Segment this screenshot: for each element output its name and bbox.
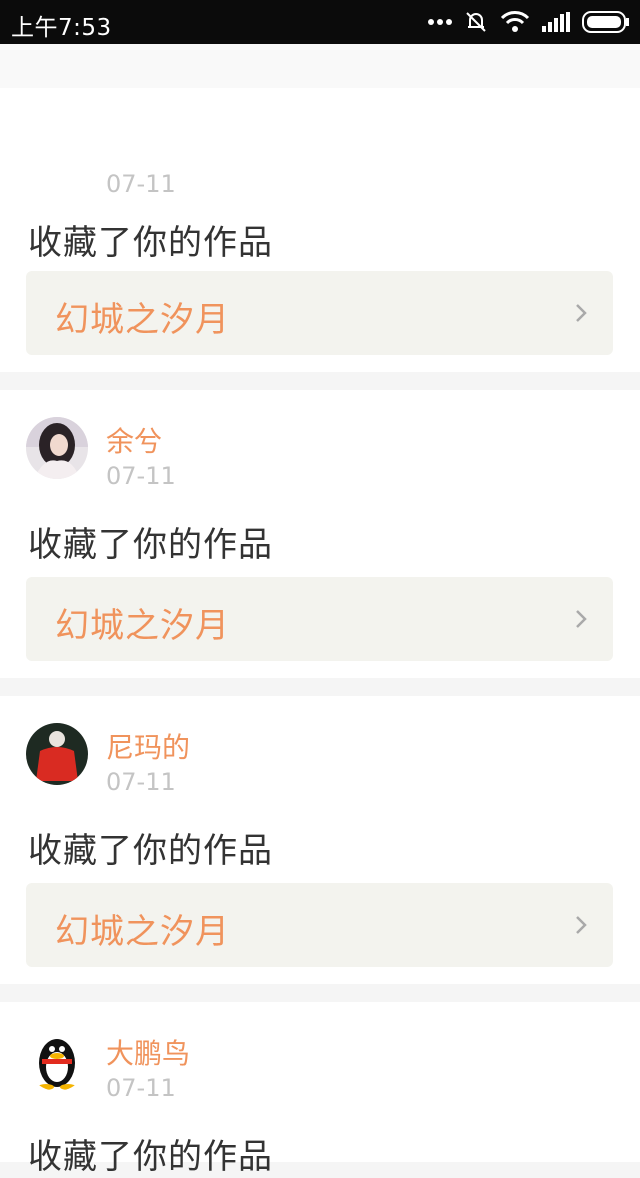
message-card: 余兮 07-11 收藏了你的作品 幻城之汐月 (0, 390, 640, 678)
message-username[interactable]: 大鹏鸟 (106, 1032, 190, 1072)
work-title: 幻城之汐月 (55, 912, 230, 952)
chevron-right-icon (576, 304, 587, 322)
message-action: 收藏了你的作品 (28, 223, 273, 263)
message-date: 07-11 (106, 462, 176, 490)
chevron-right-icon (576, 610, 587, 628)
status-time: 上午7:53 (11, 15, 112, 41)
status-bar: 上午7:53 (0, 0, 640, 44)
signal-icon (542, 12, 570, 32)
work-link[interactable]: 幻城之汐月 (26, 883, 613, 967)
work-title: 幻城之汐月 (55, 606, 230, 646)
battery-icon (582, 11, 629, 33)
message-username[interactable]: 尼玛的 (106, 726, 190, 766)
work-title: 幻城之汐月 (55, 300, 230, 340)
avatar[interactable] (26, 417, 88, 479)
more-dots-icon (428, 19, 452, 25)
wifi-icon (500, 11, 530, 32)
avatar[interactable] (26, 723, 88, 785)
work-link[interactable]: 幻城之汐月 (26, 271, 613, 355)
message-action: 收藏了你的作品 (28, 831, 273, 871)
mute-bell-icon (466, 12, 486, 32)
message-card: 07-11 收藏了你的作品 幻城之汐月 (0, 88, 640, 372)
work-link[interactable]: 幻城之汐月 (26, 577, 613, 661)
message-card: 尼玛的 07-11 收藏了你的作品 幻城之汐月 (0, 696, 640, 984)
message-card: 大鹏鸟 07-11 收藏了你的作品 (0, 1002, 640, 1177)
qq-penguin-avatar-icon[interactable] (26, 1029, 88, 1091)
message-username[interactable]: 余兮 (106, 420, 162, 460)
chevron-right-icon (576, 916, 587, 934)
message-date: 07-11 (106, 170, 176, 198)
message-date: 07-11 (106, 1074, 176, 1102)
message-action: 收藏了你的作品 (28, 525, 273, 565)
message-action: 收藏了你的作品 (28, 1137, 273, 1177)
message-date: 07-11 (106, 768, 176, 796)
